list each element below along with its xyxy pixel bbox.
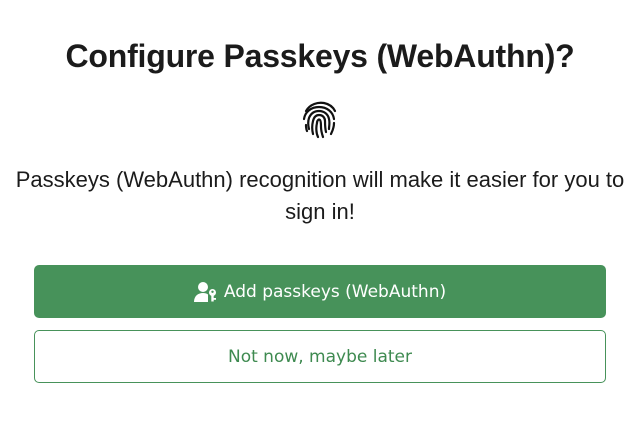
page-title: Configure Passkeys (WebAuthn)? — [65, 38, 575, 74]
user-key-icon — [193, 281, 218, 303]
not-now-label: Not now, maybe later — [227, 346, 413, 367]
passkey-setup-dialog: Configure Passkeys (WebAuthn)? Passkeys … — [0, 0, 640, 432]
add-passkeys-button[interactable]: Add passkeys (WebAuthn) — [34, 265, 606, 318]
description-text: Passkeys (WebAuthn) recognition will mak… — [15, 167, 625, 224]
add-passkeys-label: Add passkeys (WebAuthn) — [223, 281, 447, 302]
not-now-button[interactable]: Not now, maybe later — [34, 330, 606, 383]
fingerprint-icon — [300, 99, 340, 141]
